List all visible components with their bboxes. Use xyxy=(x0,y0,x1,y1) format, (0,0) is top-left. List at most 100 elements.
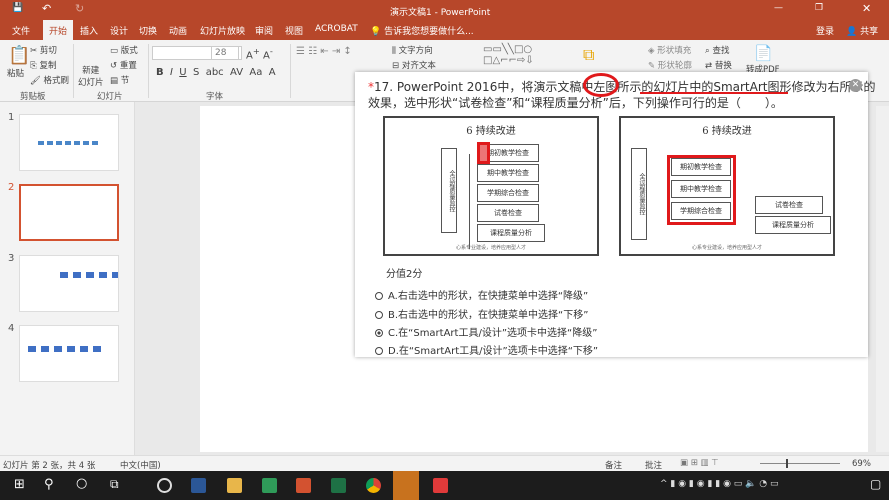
language[interactable]: 中文(中国) xyxy=(120,459,161,471)
option-d[interactable]: D.在“SmartArt工具/设计”选项卡中选择“下移” xyxy=(375,342,598,357)
red-underline-annotation xyxy=(640,92,788,94)
arrange-icon[interactable]: ⧉ xyxy=(583,45,594,65)
figure-title: 6 持续改进 xyxy=(702,126,752,137)
slide-thumb-1[interactable] xyxy=(19,114,119,171)
undo-icon[interactable]: ↶ xyxy=(42,2,51,15)
notes-button[interactable]: 备注 xyxy=(605,459,622,471)
format-painter-button[interactable]: 🖌 格式刷 xyxy=(30,74,69,86)
replace-label: 替换 xyxy=(714,61,732,71)
group-font: 字体 xyxy=(206,92,224,102)
pdf-app-icon[interactable] xyxy=(433,478,448,493)
cut-button[interactable]: ✂ 剪切 xyxy=(30,44,57,56)
close-button[interactable]: ✕ xyxy=(862,2,871,15)
section-button[interactable]: ▤ 节 xyxy=(110,74,129,86)
divider xyxy=(148,44,149,98)
font-grow-button[interactable]: A+ A- xyxy=(246,46,273,61)
powerpoint-icon[interactable] xyxy=(296,478,311,493)
notifications-icon[interactable]: ▢ xyxy=(870,477,881,491)
chrome-icon[interactable] xyxy=(366,478,381,493)
shape-outline-button[interactable]: ✎ 形状轮廓 xyxy=(648,59,692,71)
share-button[interactable]: 👤 共享 xyxy=(846,24,878,37)
ribbon-tabs: 文件 开始 插入 设计 切换 动画 幻灯片放映 审阅 视图 ACROBAT 💡 … xyxy=(0,20,889,40)
list-buttons[interactable]: ☰ ☷ ⇤ ⇥ ↕ xyxy=(296,46,352,57)
option-label: B.右击选中的形状，在快捷菜单中选择“下移” xyxy=(388,310,589,321)
excel-icon[interactable] xyxy=(331,478,346,493)
replace-button[interactable]: ⇄ 替换 xyxy=(705,59,732,71)
maximize-button[interactable]: ❐ xyxy=(815,3,823,13)
redo-icon[interactable]: ↻ xyxy=(75,2,84,15)
clock-app-icon[interactable] xyxy=(157,478,172,493)
figure-box: 试卷检查 xyxy=(477,204,539,222)
login-link[interactable]: 登录 xyxy=(816,24,834,37)
shapes-gallery[interactable]: ▭▭╲╲□○ □△⌐⌐⇨⇩ xyxy=(483,44,534,66)
find-button[interactable]: ⌕ 查找 xyxy=(705,44,729,56)
comments-button[interactable]: 批注 xyxy=(645,459,662,471)
cortana-icon[interactable]: ○ xyxy=(76,476,87,491)
reset-label: 重置 xyxy=(119,61,137,71)
radio-button-selected[interactable] xyxy=(375,329,383,337)
view-buttons[interactable]: ▣ ⊞ ▥ ⊤ xyxy=(680,458,719,468)
tab-view[interactable]: 视图 xyxy=(285,24,303,37)
font-size-input[interactable]: 28 xyxy=(211,46,239,60)
zoom-level[interactable]: 69% xyxy=(852,459,871,469)
close-icon[interactable]: ✕ xyxy=(849,79,862,92)
save-icon[interactable]: 💾 xyxy=(12,3,23,13)
word-icon[interactable] xyxy=(191,478,206,493)
qq-icon[interactable] xyxy=(393,471,419,500)
slide-thumb-3[interactable] xyxy=(19,255,119,312)
option-a[interactable]: A.右击选中的形状，在快捷菜单中选择“降级” xyxy=(375,287,588,302)
figure-box: 试卷检查 xyxy=(755,196,823,214)
shape-fill-button[interactable]: ◈ 形状填充 xyxy=(648,44,691,56)
new-slide-button[interactable]: 新建 幻灯片 xyxy=(78,64,104,88)
layout-button[interactable]: ▭ 版式 xyxy=(110,44,138,56)
figure-footer: 心系专业建设，培养应用型人才 xyxy=(691,245,762,251)
copy-button[interactable]: ⎘ 复制 xyxy=(30,59,57,71)
paste-icon[interactable]: 📋 xyxy=(8,45,30,66)
slide-thumb-2[interactable] xyxy=(19,184,119,241)
system-tray-icons[interactable]: ^ ▮ ◉ ▮ ◉ ▮ ▮ ◉ ▭ 🔈 ◔ ▭ xyxy=(660,479,778,489)
tab-slideshow[interactable]: 幻灯片放映 xyxy=(200,24,245,37)
text-direction-button[interactable]: ⫼ 文字方向 xyxy=(392,44,433,56)
layout-label: 版式 xyxy=(120,46,138,56)
tab-acrobat[interactable]: ACROBAT xyxy=(315,24,358,34)
reset-button[interactable]: ↺ 重置 xyxy=(110,59,137,71)
radio-button[interactable] xyxy=(375,347,383,355)
slide-number: 2 xyxy=(8,182,15,193)
radio-button[interactable] xyxy=(375,292,383,300)
figure-right: 6 持续改进 全过程质量监控 期初教学检查 期中教学检查 学期综合检查 试卷检查… xyxy=(619,116,835,256)
tab-transitions[interactable]: 切换 xyxy=(139,24,157,37)
option-b[interactable]: B.右击选中的形状，在快捷菜单中选择“下移” xyxy=(375,306,588,321)
paste-button[interactable]: 粘贴 xyxy=(7,67,24,79)
font-format-buttons[interactable]: B I U S abc AV Aa A xyxy=(156,67,276,78)
red-highlight xyxy=(477,142,490,164)
section-label: 节 xyxy=(120,76,130,86)
minimize-button[interactable]: — xyxy=(774,3,783,13)
align-text-button[interactable]: ⊟ 对齐文本 xyxy=(392,59,436,71)
radio-button[interactable] xyxy=(375,311,383,319)
file-explorer-icon[interactable] xyxy=(227,478,242,493)
search-icon[interactable]: ⚲ xyxy=(44,477,54,492)
pdf-icon[interactable]: 📄 xyxy=(754,44,773,62)
tab-home[interactable]: 开始 xyxy=(43,20,74,40)
tab-file[interactable]: 文件 xyxy=(12,24,30,37)
figure-side-box: 全过程质量监控 xyxy=(441,148,457,233)
vertical-scrollbar[interactable] xyxy=(876,106,889,452)
zoom-slider-thumb[interactable] xyxy=(786,459,788,468)
cut-label: 剪切 xyxy=(39,46,57,56)
app-icon[interactable] xyxy=(262,478,277,493)
figure-box: 学期综合检查 xyxy=(477,184,539,202)
score-label: 分值2分 xyxy=(386,269,423,280)
divider xyxy=(290,44,291,98)
task-view-icon[interactable]: ⧉ xyxy=(110,477,119,492)
zoom-slider[interactable] xyxy=(760,459,840,468)
windows-start-icon[interactable]: ⊞ xyxy=(14,477,25,492)
text-direction-label: 文字方向 xyxy=(398,46,433,56)
tab-review[interactable]: 审阅 xyxy=(255,24,273,37)
tell-me-text: 告诉我您想要做什么... xyxy=(384,27,474,37)
tab-animations[interactable]: 动画 xyxy=(169,24,187,37)
tell-me-search[interactable]: 💡 告诉我您想要做什么... xyxy=(370,24,474,37)
tab-design[interactable]: 设计 xyxy=(110,24,128,37)
slide-thumb-4[interactable] xyxy=(19,325,119,382)
tab-insert[interactable]: 插入 xyxy=(80,24,98,37)
option-c[interactable]: C.在“SmartArt工具/设计”选项卡中选择“降级” xyxy=(375,324,597,339)
